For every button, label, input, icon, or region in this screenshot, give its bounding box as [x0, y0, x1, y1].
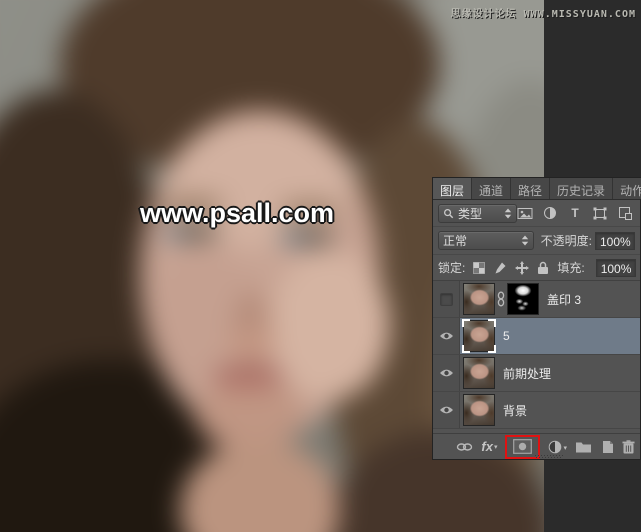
visibility-toggle[interactable]: [433, 392, 460, 428]
layer-row-content[interactable]: 5: [460, 318, 640, 354]
opacity-value-field[interactable]: 100%: [595, 232, 635, 250]
layer-thumbnail[interactable]: [463, 283, 495, 315]
layer-row-5[interactable]: 5: [433, 318, 640, 355]
layer-name[interactable]: 前期处理: [503, 365, 551, 382]
layer-name[interactable]: 5: [503, 329, 510, 343]
opacity-label: 不透明度:: [541, 232, 592, 249]
blend-opacity-row: 正常 不透明度: 100%: [433, 227, 640, 255]
lock-all-icon[interactable]: [537, 261, 549, 275]
lock-position-icon[interactable]: [515, 261, 529, 275]
layer-row-content[interactable]: 盖印 3: [460, 281, 640, 317]
visibility-off-checkbox[interactable]: [440, 293, 453, 306]
layer-row-content[interactable]: 背景: [460, 392, 640, 428]
mask-link-icon[interactable]: [496, 291, 506, 307]
link-layers-icon[interactable]: [456, 442, 473, 452]
shape-layer-filter-icon[interactable]: [592, 206, 608, 221]
panel-resize-grip[interactable]: [535, 455, 563, 459]
new-adjustment-layer-icon[interactable]: ▾: [548, 440, 567, 454]
eye-icon[interactable]: [439, 368, 454, 378]
eye-icon[interactable]: [439, 405, 454, 415]
new-group-icon[interactable]: [575, 440, 592, 453]
new-layer-icon[interactable]: [600, 440, 614, 454]
fill-value-field[interactable]: 100%: [596, 259, 636, 277]
visibility-toggle[interactable]: [433, 318, 460, 354]
selection-brackets: [462, 319, 496, 353]
delete-layer-icon[interactable]: [622, 440, 635, 454]
lock-fill-row: 锁定: 填充: 100%: [433, 255, 640, 281]
layers-list: 盖印 3 5: [433, 281, 640, 433]
fill-label: 填充:: [557, 259, 584, 276]
psall-watermark: www.psall.com: [140, 198, 334, 229]
layer-row-background[interactable]: 背景: [433, 392, 640, 429]
lock-label: 锁定:: [438, 259, 465, 276]
blend-mode-value: 正常: [443, 232, 467, 249]
layer-filter-row: 类型 T: [433, 200, 640, 227]
lock-pixels-icon[interactable]: [493, 261, 507, 275]
tab-actions[interactable]: 动作: [613, 178, 641, 199]
search-icon: [443, 208, 454, 219]
layer-thumbnail[interactable]: [463, 394, 495, 426]
tab-layers[interactable]: 图层: [433, 178, 472, 199]
filter-kind-dropdown[interactable]: 类型: [438, 204, 517, 223]
visibility-toggle[interactable]: [433, 355, 460, 391]
dropdown-arrows-icon: [521, 235, 529, 246]
panel-tab-bar: 图层 通道 路径 历史记录 动作: [433, 178, 640, 200]
visibility-toggle[interactable]: [433, 281, 460, 317]
tab-channels[interactable]: 通道: [472, 178, 511, 199]
layer-name[interactable]: 盖印 3: [547, 291, 581, 308]
add-layer-mask-icon[interactable]: [513, 439, 532, 454]
tab-paths[interactable]: 路径: [511, 178, 550, 199]
adjustment-layer-filter-icon[interactable]: [542, 206, 558, 221]
layer-thumbnail[interactable]: [463, 320, 495, 352]
filter-type-buttons: T: [517, 206, 635, 221]
eye-icon[interactable]: [439, 331, 454, 341]
layer-row-preprocess[interactable]: 前期处理: [433, 355, 640, 392]
lock-transparency-icon[interactable]: [473, 261, 485, 275]
missyuan-watermark: 思缘设计论坛 WWW.MISSYUAN.COM: [451, 5, 636, 20]
type-layer-filter-icon[interactable]: T: [567, 206, 583, 221]
layer-row-content[interactable]: 前期处理: [460, 355, 640, 391]
filter-kind-label: 类型: [458, 205, 482, 222]
blend-mode-dropdown[interactable]: 正常: [438, 231, 534, 250]
layer-style-icon[interactable]: fx▾: [481, 440, 497, 453]
layer-mask-thumbnail[interactable]: [507, 283, 539, 315]
tab-history[interactable]: 历史记录: [550, 178, 613, 199]
layers-panel-toolbar: fx▾ ▾: [433, 433, 640, 459]
smart-object-filter-icon[interactable]: [617, 206, 633, 221]
dropdown-arrows-icon: [504, 208, 512, 219]
pixel-layer-filter-icon[interactable]: [517, 206, 533, 221]
layers-panel: 图层 通道 路径 历史记录 动作 类型 T: [432, 177, 641, 460]
layer-name[interactable]: 背景: [503, 402, 527, 419]
layer-thumbnail[interactable]: [463, 357, 495, 389]
layer-row-stamp3[interactable]: 盖印 3: [433, 281, 640, 318]
